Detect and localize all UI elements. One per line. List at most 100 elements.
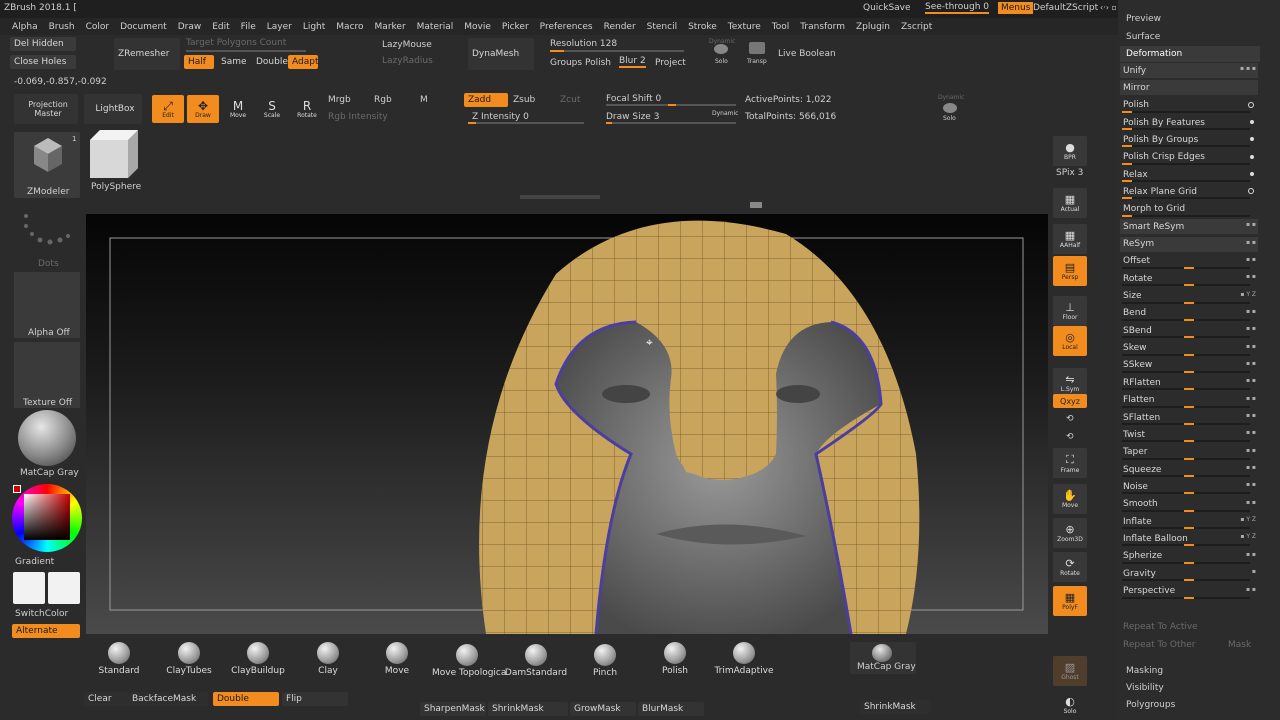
- scale-tool-button[interactable]: S Scale: [256, 95, 288, 123]
- zadd-button[interactable]: Zadd: [464, 93, 508, 107]
- radio-icon[interactable]: [1248, 188, 1254, 195]
- axis-toggle-icons[interactable]: ▪ ▪: [1246, 239, 1256, 246]
- axis-toggle-icons[interactable]: ▪ ▪: [1246, 395, 1256, 402]
- deform-slider-track[interactable]: [1122, 353, 1250, 356]
- menu-item-brush[interactable]: Brush: [49, 22, 75, 32]
- solo-button[interactable]: ◐ Solo: [1053, 690, 1087, 720]
- axis-toggle-icons[interactable]: ▪ ▪: [1246, 447, 1256, 454]
- deform-resym[interactable]: ReSym ▪ ▪: [1120, 236, 1258, 252]
- actual-button[interactable]: ▦ Actual: [1053, 188, 1087, 218]
- rgb-intensity-slider[interactable]: Rgb Intensity: [328, 112, 388, 122]
- axis-toggle-icons[interactable]: ▪ ▪: [1246, 499, 1256, 506]
- axis-toggle-icons[interactable]: ▪ ▪: [1246, 221, 1256, 228]
- deform-sskew[interactable]: SSkew ▪ ▪: [1120, 358, 1258, 373]
- deform-polish-crisp-edges[interactable]: Polish Crisp Edges: [1120, 150, 1258, 165]
- mask-button[interactable]: Mask: [1228, 640, 1251, 650]
- radio-icon[interactable]: [1250, 154, 1254, 159]
- deform-perspective[interactable]: Perspective ▪ ▪: [1120, 584, 1258, 599]
- menu-item-alpha[interactable]: Alpha: [12, 22, 38, 32]
- zcut-button[interactable]: Zcut: [560, 95, 580, 105]
- primary-color-swatch[interactable]: [13, 572, 45, 604]
- menu-item-draw[interactable]: Draw: [178, 22, 202, 32]
- deform-taper[interactable]: Taper ▪ ▪: [1120, 445, 1258, 460]
- menu-item-render[interactable]: Render: [604, 22, 636, 32]
- brush-trimadaptive[interactable]: TrimAdaptive: [709, 642, 779, 682]
- axis-toggle-icons[interactable]: ▪: [1252, 568, 1256, 575]
- deform-slider-track[interactable]: [1122, 370, 1250, 373]
- menu-item-document[interactable]: Document: [120, 22, 167, 32]
- deform-inflate-balloon[interactable]: Inflate Balloon ▪ Y Z: [1120, 531, 1258, 547]
- backface-mask-button[interactable]: BackfaceMask: [128, 692, 208, 706]
- deform-morph-to-grid[interactable]: Morph to Grid: [1120, 202, 1258, 217]
- rotate-axis-z-icon[interactable]: ⟲: [1066, 432, 1074, 442]
- deform-rflatten[interactable]: RFlatten ▪ ▪: [1120, 375, 1258, 391]
- visibility-subpalette[interactable]: Visibility: [1126, 683, 1164, 693]
- deform-slider-track[interactable]: [1122, 405, 1250, 408]
- axis-toggle-icons[interactable]: ▪ Y Z: [1240, 516, 1256, 523]
- double-button[interactable]: Double: [252, 55, 288, 69]
- deform-polish-by-features[interactable]: Polish By Features: [1120, 115, 1258, 131]
- gradient-button[interactable]: Gradient: [15, 557, 54, 567]
- axis-toggle-icons[interactable]: ▪ ▪: [1246, 325, 1256, 332]
- axis-toggle-icons[interactable]: ▪ ▪: [1246, 308, 1256, 315]
- deform-slider-track[interactable]: [1122, 423, 1250, 425]
- axis-toggle-icons[interactable]: ▪ ▪: [1246, 273, 1256, 280]
- quicksave-button[interactable]: QuickSave: [863, 3, 911, 13]
- brush-standard[interactable]: Standard: [84, 642, 154, 682]
- material-slot[interactable]: MatCap Gray: [14, 410, 80, 478]
- menus-button[interactable]: Menus: [998, 2, 1034, 14]
- lazyradius-slider[interactable]: LazyRadius: [382, 56, 433, 66]
- deform-mirror[interactable]: Mirror: [1120, 80, 1258, 96]
- menu-item-preferences[interactable]: Preferences: [540, 22, 593, 32]
- viewport-top-scroll[interactable]: [520, 195, 600, 199]
- grow-mask-button[interactable]: GrowMask: [570, 702, 636, 716]
- draw-size-slider[interactable]: Draw Size 3: [606, 112, 659, 122]
- brush-damstandard[interactable]: DamStandard: [501, 644, 571, 684]
- rotate-axis-y-icon[interactable]: ⟲: [1066, 414, 1074, 424]
- masking-subpalette[interactable]: Masking: [1126, 666, 1163, 676]
- material-shelf-slot[interactable]: MatCap Gray: [850, 642, 916, 674]
- deform-sbend[interactable]: SBend ▪ ▪: [1120, 323, 1258, 339]
- close-holes-button[interactable]: Close Holes: [10, 55, 76, 69]
- deform-sflatten[interactable]: SFlatten ▪ ▪: [1120, 410, 1258, 425]
- axis-toggle-icons[interactable]: ▪ ▪: [1246, 377, 1256, 384]
- rotate-tool-button[interactable]: R Rotate: [291, 95, 323, 123]
- canvas-viewport[interactable]: ⌖: [86, 214, 1048, 634]
- menu-item-stencil[interactable]: Stencil: [647, 22, 677, 32]
- brush-clay[interactable]: Clay: [293, 642, 363, 682]
- zremesher-button[interactable]: ZRemesher: [114, 38, 180, 70]
- deform-noise[interactable]: Noise ▪ ▪: [1120, 479, 1258, 495]
- switchcolor-button[interactable]: SwitchColor: [15, 609, 68, 619]
- repeat-to-active-button[interactable]: Repeat To Active: [1123, 622, 1198, 632]
- deform-gravity[interactable]: Gravity ▪: [1120, 566, 1258, 582]
- flip-button[interactable]: Flip: [282, 692, 348, 706]
- deform-flatten[interactable]: Flatten ▪ ▪: [1120, 393, 1258, 408]
- deform-slider-track[interactable]: [1122, 492, 1250, 495]
- deform-slider-track[interactable]: [1122, 596, 1250, 599]
- menu-item-tool[interactable]: Tool: [772, 22, 789, 32]
- polyf-button[interactable]: ▦ PolyF: [1053, 586, 1087, 616]
- viewport-scroll-knob[interactable]: [750, 202, 762, 208]
- axis-toggle-icons[interactable]: ▪ ▪: [1246, 256, 1256, 263]
- z-intensity-slider[interactable]: Z Intensity 0: [472, 112, 529, 122]
- deform-rotate[interactable]: Rotate ▪ ▪: [1120, 271, 1258, 287]
- deform-slider-track[interactable]: [1122, 197, 1250, 200]
- deform-slider-track[interactable]: [1122, 180, 1250, 183]
- deform-twist[interactable]: Twist ▪ ▪: [1120, 427, 1258, 443]
- deform-slider-track[interactable]: [1122, 110, 1250, 113]
- axis-toggle-icons[interactable]: ▪ ▪: [1246, 429, 1256, 436]
- solo-mode-button[interactable]: Solo: [943, 115, 956, 122]
- axis-toggle-icons[interactable]: ▪ ▪: [1246, 464, 1256, 471]
- bpr-button[interactable]: ● BPR: [1053, 136, 1087, 166]
- stroke-dots-slot[interactable]: Dots: [14, 204, 80, 270]
- polysphere-tool-slot[interactable]: PolySphere: [88, 128, 142, 194]
- deform-relax-plane-grid[interactable]: Relax Plane Grid: [1120, 184, 1258, 200]
- shrink-mask-button[interactable]: ShrinkMask: [488, 702, 568, 716]
- axis-toggle-icons[interactable]: ▪ Y Z: [1240, 291, 1256, 298]
- move-tool-button[interactable]: M Move: [222, 95, 254, 123]
- live-boolean-button[interactable]: Live Boolean: [778, 49, 836, 59]
- menu-item-edit[interactable]: Edit: [212, 22, 229, 32]
- radio-icon[interactable]: [1250, 120, 1254, 125]
- frame-button[interactable]: ⛶ Frame: [1053, 448, 1087, 478]
- blur-slider[interactable]: Blur 2: [619, 56, 646, 68]
